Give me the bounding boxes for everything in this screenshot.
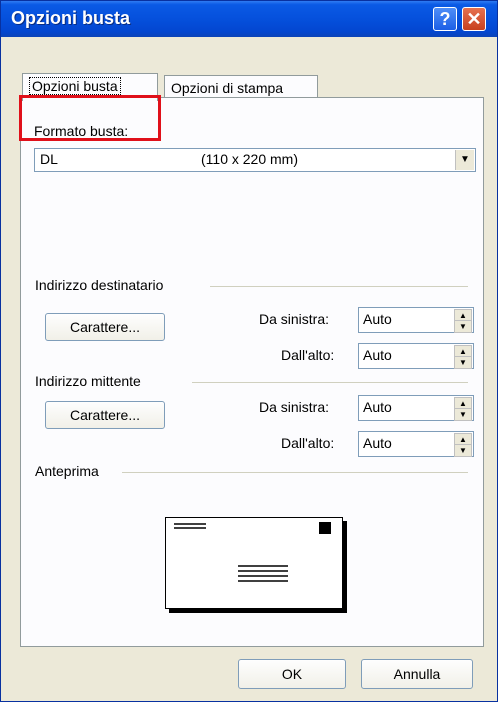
close-button[interactable]: ✕ [462,7,486,31]
title-bar[interactable]: Opzioni busta ? ✕ [1,1,497,37]
return-group-label: Indirizzo mittente [35,373,141,389]
recipient-from-left-spinner[interactable]: Auto ▲ ▼ [358,307,474,333]
return-from-left-label: Da sinistra: [259,399,330,415]
tab-highlight-box [19,95,161,141]
recipient-font-button[interactable]: Carattere... [45,313,165,341]
group-divider [192,382,468,383]
dialog-window: Opzioni busta ? ✕ Opzioni busta Opzioni … [0,0,498,702]
spin-down-icon[interactable]: ▼ [454,356,472,369]
ok-button[interactable]: OK [238,659,346,689]
cancel-button[interactable]: Annulla [361,659,473,689]
recipient-from-left-label: Da sinistra: [259,311,330,327]
recipient-group-label: Indirizzo destinatario [35,277,164,293]
envelope-size-dimensions: (110 x 220 mm) [201,151,298,167]
recipient-from-top-spinner[interactable]: Auto ▲ ▼ [358,343,474,369]
spin-down-icon[interactable]: ▼ [454,320,472,333]
preview-group-label: Anteprima [35,463,99,479]
chevron-down-icon[interactable]: ▼ [455,150,474,170]
recipient-from-top-value: Auto [363,347,392,363]
return-from-top-spinner[interactable]: Auto ▲ ▼ [358,431,474,457]
dialog-body: Opzioni busta Opzioni di stampa Formato … [4,37,494,700]
envelope-size-name: DL [40,151,58,167]
group-divider [122,472,468,473]
window-title: Opzioni busta [11,8,130,28]
return-from-top-label: Dall'alto: [281,435,335,451]
return-font-button[interactable]: Carattere... [45,401,165,429]
spin-down-icon[interactable]: ▼ [454,408,472,421]
envelope-preview-graphic [174,522,331,582]
return-from-left-spinner[interactable]: Auto ▲ ▼ [358,395,474,421]
spin-down-icon[interactable]: ▼ [454,444,472,457]
envelope-preview [165,517,343,609]
return-from-top-value: Auto [363,435,392,451]
recipient-from-top-label: Dall'alto: [281,347,335,363]
recipient-from-left-value: Auto [363,311,392,327]
help-button[interactable]: ? [433,7,457,31]
return-from-left-value: Auto [363,399,392,415]
group-divider [210,286,468,287]
envelope-size-select[interactable]: DL (110 x 220 mm) ▼ [34,148,476,172]
